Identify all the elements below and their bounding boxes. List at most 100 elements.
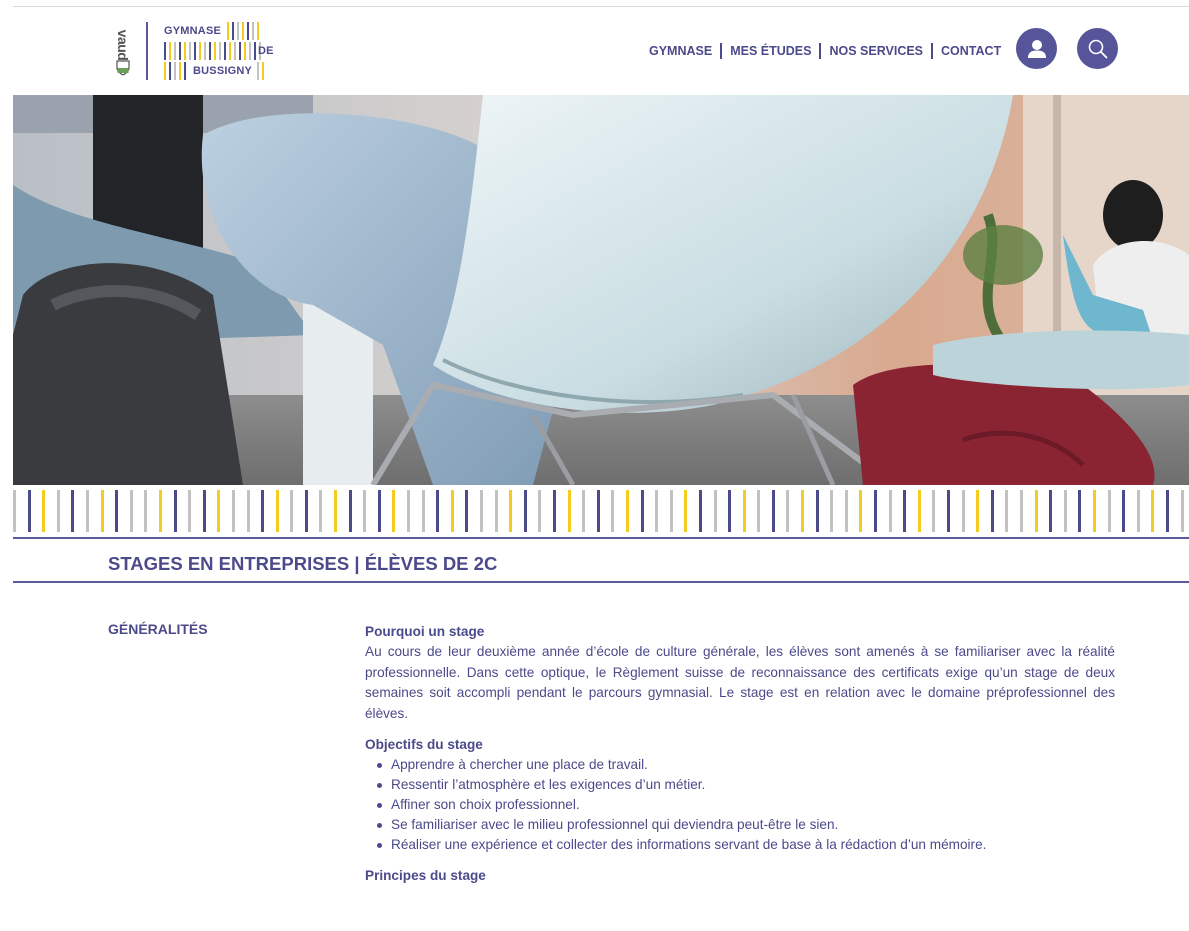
stripe-bar xyxy=(13,490,16,532)
nav-item-nos-services[interactable]: NOS SERVICES xyxy=(829,44,923,58)
stripe-bar xyxy=(275,490,279,532)
stripe-bar xyxy=(757,490,761,532)
stripe-bar xyxy=(538,490,542,532)
stripe-bar xyxy=(436,490,440,532)
stripe-bar xyxy=(319,490,323,532)
stripe-bar xyxy=(976,490,980,532)
logo-separator xyxy=(146,22,148,80)
section-label-generalites: GÉNÉRALITÉS xyxy=(108,621,208,637)
stripe-bar xyxy=(217,490,221,532)
stripe-bar xyxy=(801,490,805,532)
stripe-bar xyxy=(56,490,60,532)
stripe-bar xyxy=(917,490,921,532)
stripe-bar xyxy=(1151,490,1155,532)
stripe-bar xyxy=(1092,490,1096,532)
stripe-bar xyxy=(786,490,790,532)
stripe-bar xyxy=(71,490,75,532)
stripe-bar xyxy=(100,490,104,532)
stripe-bar xyxy=(859,490,863,532)
stripe-bar xyxy=(421,490,425,532)
logo-line-bussigny: BUSSIGNY xyxy=(193,65,253,77)
stripe-bar xyxy=(596,490,600,532)
logo-stripes xyxy=(227,22,262,40)
title-rule-top xyxy=(13,537,1189,539)
stripe-bar xyxy=(1078,490,1082,532)
stripe-bar xyxy=(1034,490,1038,532)
stripe-bar xyxy=(246,490,250,532)
stripe-bar xyxy=(188,490,192,532)
stripe-bar xyxy=(1049,490,1053,532)
stripe-bar xyxy=(742,490,746,532)
objectives-list: Apprendre à chercher une place de travai… xyxy=(365,755,1115,854)
logo-stripes xyxy=(257,62,267,80)
list-item: Affiner son choix professionnel. xyxy=(365,795,1115,815)
nav-item-mes-etudes[interactable]: MES ÉTUDES xyxy=(730,44,811,58)
stripe-bar xyxy=(173,490,177,532)
logo-stripes xyxy=(164,62,189,80)
stripe-bar xyxy=(1165,490,1169,532)
school-logo[interactable]: vaud GYMNASE DE BUSSIGNY xyxy=(112,20,282,80)
list-item: Se familiariser avec le milieu professio… xyxy=(365,815,1115,835)
nav-separator xyxy=(931,43,934,59)
stripe-bar xyxy=(1122,490,1126,532)
logo-line-gymnase: GYMNASE xyxy=(164,25,222,37)
stripe-bar xyxy=(698,490,702,532)
list-item: Réaliser une expérience et collecter des… xyxy=(365,835,1115,855)
stripe-bar xyxy=(771,490,775,532)
nav-item-gymnase[interactable]: GYMNASE xyxy=(649,44,712,58)
paragraph-why-internship: Au cours de leur deuxième année d’école … xyxy=(365,644,1115,721)
stripe-bar xyxy=(523,490,527,532)
logo-line-de: DE xyxy=(258,45,274,57)
stripe-bar xyxy=(932,490,936,532)
stripe-bar xyxy=(1063,490,1067,532)
stripe-bar xyxy=(1107,490,1111,532)
stripe-bar xyxy=(158,490,162,532)
account-button[interactable] xyxy=(1016,28,1057,69)
stripe-bar xyxy=(947,490,950,532)
list-item: Ressentir l’atmosphère et les exigences … xyxy=(365,775,1115,795)
canton-vaud-logo: vaud xyxy=(112,20,136,80)
logo-stripes xyxy=(164,42,264,60)
user-icon xyxy=(1027,39,1046,58)
stripe-bar xyxy=(494,490,498,532)
heading-principles: Principes du stage xyxy=(365,868,486,884)
nav-item-contact[interactable]: CONTACT xyxy=(941,44,1001,58)
stripe-bar xyxy=(261,490,265,532)
stripe-bar xyxy=(348,490,352,532)
stripe-bar xyxy=(625,490,629,532)
stripe-bar xyxy=(450,490,454,532)
hero-photo xyxy=(13,95,1189,485)
stripe-bar xyxy=(844,490,848,532)
heading-why-internship: Pourquoi un stage xyxy=(365,624,485,639)
stripe-bar xyxy=(640,490,644,532)
stripe-bar xyxy=(713,490,717,532)
stripe-bar xyxy=(552,490,556,532)
stripe-bar xyxy=(990,490,994,532)
stripe-bar xyxy=(480,490,483,532)
search-icon xyxy=(1088,39,1107,58)
stripe-bar xyxy=(465,490,469,532)
stripe-bar xyxy=(669,490,673,532)
stripe-bar xyxy=(684,490,688,532)
main-nav: GYMNASE MES ÉTUDES NOS SERVICES CONTACT xyxy=(649,42,1001,60)
stripe-bar xyxy=(334,490,338,532)
stripe-bar xyxy=(42,490,46,532)
page-title: STAGES EN ENTREPRISES | ÉLÈVES DE 2C xyxy=(108,553,498,574)
stripe-bar xyxy=(231,490,235,532)
stripe-bar xyxy=(1005,490,1009,532)
search-button[interactable] xyxy=(1077,28,1118,69)
stripe-bar xyxy=(202,490,206,532)
stripe-bar xyxy=(903,490,907,532)
stripe-bar xyxy=(392,490,396,532)
stripe-bar xyxy=(407,490,411,532)
nav-separator xyxy=(819,43,822,59)
stripe-bar xyxy=(611,490,615,532)
stripe-bar xyxy=(567,490,571,532)
stripe-bar xyxy=(1180,490,1184,532)
stripe-bar xyxy=(874,490,878,532)
decorative-stripes xyxy=(13,490,1189,532)
heading-objectives: Objectifs du stage xyxy=(365,737,483,753)
stripe-bar xyxy=(377,490,381,532)
stripe-bar xyxy=(888,490,892,532)
stripe-bar xyxy=(129,490,133,532)
